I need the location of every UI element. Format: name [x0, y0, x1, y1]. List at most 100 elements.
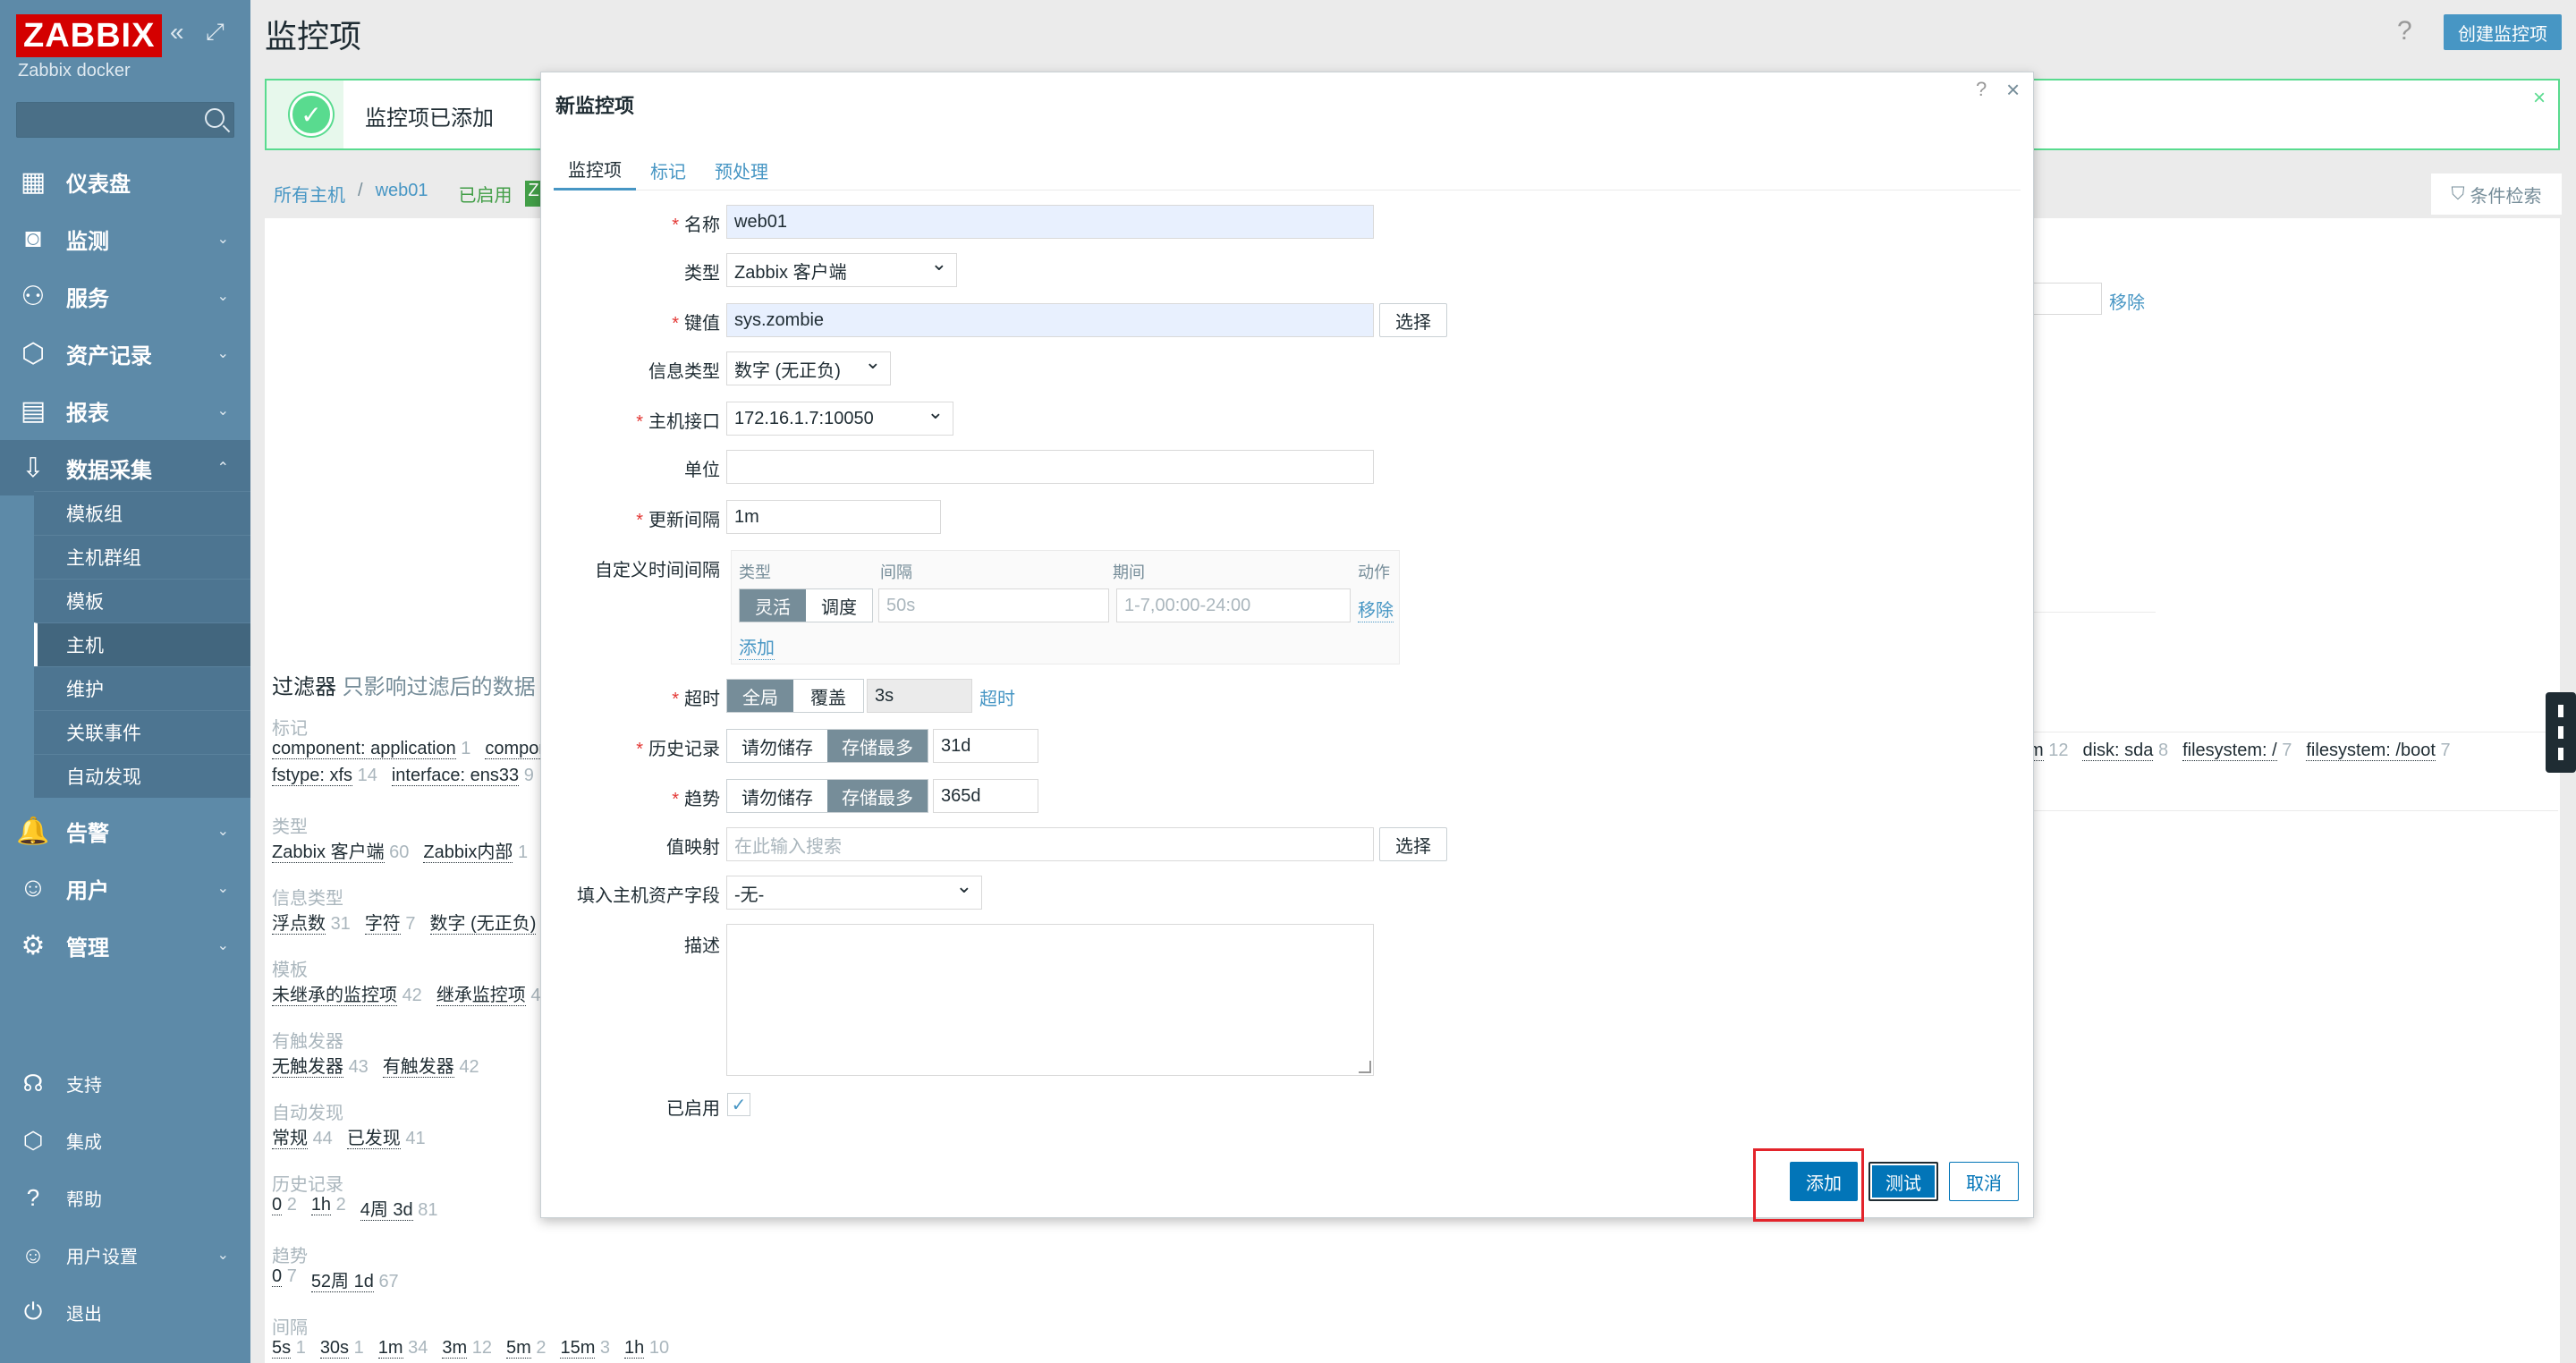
history-nostore-option[interactable]: 请勿储存	[727, 730, 827, 762]
facet-value[interactable]: filesystem: /boot 7	[2306, 741, 2451, 761]
name-input[interactable]: web01	[726, 205, 1374, 239]
facet-value[interactable]: disk: sda 8	[2082, 741, 2168, 761]
timeout-link[interactable]: 超时	[979, 684, 1015, 710]
history-input[interactable]: 31d	[933, 729, 1038, 763]
facet-link[interactable]: 已发现	[346, 1129, 401, 1149]
facet-value[interactable]: 浮点数 31	[272, 909, 351, 935]
host-status-enabled[interactable]: 已启用	[459, 181, 513, 207]
sidebar-item-reports[interactable]: ▤ 报表 ⌄	[0, 383, 250, 438]
facet-link[interactable]: disk: sda	[2082, 741, 2154, 761]
test-button[interactable]: 测试	[1868, 1162, 1938, 1201]
facet-link[interactable]: 0	[272, 1266, 283, 1287]
facet-link[interactable]: 有触发器	[382, 1057, 454, 1078]
facet-link[interactable]: 52周 1d	[310, 1272, 374, 1292]
units-input[interactable]	[726, 450, 1374, 484]
facet-link[interactable]: 常规	[272, 1129, 308, 1149]
facet-value[interactable]: 3m 12	[442, 1338, 492, 1359]
dialog-help-icon[interactable]: ?	[1976, 78, 1987, 101]
trends-nostore-option[interactable]: 请勿储存	[727, 780, 827, 812]
facet-value[interactable]: 0 7	[272, 1266, 297, 1292]
sidebar-item-administration[interactable]: ⚙ 管理 ⌄	[0, 918, 250, 973]
description-textarea[interactable]	[726, 924, 1374, 1076]
facet-value[interactable]: 有触发器 42	[382, 1052, 479, 1078]
facet-link[interactable]: 1h	[624, 1338, 645, 1359]
facet-link[interactable]: Zabbix 客户端	[272, 842, 385, 863]
flexible-option[interactable]: 灵活	[740, 589, 806, 622]
sidebar-item-user-settings[interactable]: ☺ 用户设置 ⌄	[0, 1227, 250, 1283]
facet-link[interactable]: 5s	[272, 1338, 292, 1359]
submenu-item[interactable]: 维护	[34, 666, 250, 710]
custom-interval-input[interactable]: 50s	[878, 588, 1109, 622]
timeout-override-option[interactable]: 覆盖	[793, 680, 863, 712]
facet-value[interactable]: component: application 1	[272, 739, 470, 759]
facet-value[interactable]: 常规 44	[272, 1123, 333, 1149]
trends-store-option[interactable]: 存储最多	[827, 780, 928, 812]
facet-link[interactable]: 0	[272, 1195, 283, 1215]
facet-link[interactable]: 4周 3d	[360, 1200, 413, 1221]
facet-value[interactable]: 1m 34	[377, 1338, 428, 1359]
facet-link[interactable]: interface: ens33	[391, 766, 520, 786]
breadcrumb-all-hosts[interactable]: 所有主机	[274, 181, 345, 207]
kiosk-mode-icon[interactable]: ⤢	[206, 18, 225, 47]
submenu-item[interactable]: 模板组	[34, 491, 250, 535]
facet-link[interactable]: 30s	[319, 1338, 350, 1359]
search-icon[interactable]	[205, 108, 225, 128]
custom-remove-link[interactable]: 移除	[1358, 596, 1394, 622]
sidebar-drag-handle[interactable]	[2546, 692, 2576, 773]
sidebar-item-signout[interactable]: ⏻ 退出	[0, 1284, 250, 1340]
facet-value[interactable]: m 12	[2029, 741, 2068, 761]
facet-link[interactable]: 数字 (无正负)	[429, 914, 537, 935]
submenu-item[interactable]: 主机	[34, 622, 250, 666]
facet-value[interactable]: 继承监控项 43	[436, 980, 551, 1006]
remove-tag-link[interactable]: 移除	[2109, 288, 2145, 314]
interface-select[interactable]: 172.16.1.7:10050	[726, 401, 953, 436]
facet-link[interactable]: 3m	[442, 1338, 468, 1359]
facet-value[interactable]: 数字 (无正负) 4	[429, 909, 551, 935]
sidebar-item-support[interactable]: ☊ 支持	[0, 1055, 250, 1111]
facet-value[interactable]: 5s 1	[272, 1338, 306, 1359]
trends-input[interactable]: 365d	[933, 779, 1038, 813]
inventory-select[interactable]: -无-	[726, 875, 982, 910]
sidebar-item-alerts[interactable]: 🔔 告警 ⌄	[0, 803, 250, 859]
valuemap-input[interactable]: 在此输入搜索	[726, 827, 1374, 861]
facet-link[interactable]: 15m	[560, 1338, 596, 1359]
facet-value[interactable]: 1h 2	[310, 1195, 346, 1221]
enabled-checkbox[interactable]: ✓	[727, 1093, 750, 1116]
history-store-option[interactable]: 存储最多	[827, 730, 928, 762]
facet-value[interactable]: 未继承的监控项 42	[272, 980, 422, 1006]
facet-value[interactable]: Zabbix 客户端 60	[272, 837, 409, 863]
tab-tags[interactable]: 标记	[636, 149, 700, 190]
tab-item[interactable]: 监控项	[554, 149, 636, 190]
facet-value[interactable]: 5m 2	[505, 1338, 546, 1359]
facet-value[interactable]: 4周 3d 81	[360, 1195, 438, 1221]
info-type-select[interactable]: 数字 (无正负)	[726, 351, 891, 385]
facet-link[interactable]: 1m	[377, 1338, 403, 1359]
facet-value[interactable]: compon	[485, 739, 549, 759]
facet-value[interactable]: 0 2	[272, 1195, 297, 1221]
sidebar-item-services[interactable]: ⚇ 服务 ⌄	[0, 268, 250, 324]
tag-filter-input[interactable]	[2030, 283, 2102, 315]
submenu-item[interactable]: 主机群组	[34, 535, 250, 579]
key-input[interactable]: sys.zombie	[726, 303, 1374, 337]
facet-link[interactable]: 无触发器	[272, 1057, 343, 1078]
key-select-button[interactable]: 选择	[1379, 303, 1447, 337]
facet-link[interactable]: 未继承的监控项	[272, 986, 397, 1006]
facet-value[interactable]: 30s 1	[319, 1338, 364, 1359]
sidebar-item-inventory[interactable]: ⬡ 资产记录 ⌄	[0, 326, 250, 381]
facet-link[interactable]: filesystem: /boot	[2306, 741, 2436, 761]
facet-value[interactable]: fstype: xfs 14	[272, 766, 377, 786]
facet-value[interactable]: interface: ens33 9	[391, 766, 534, 786]
filter-tab[interactable]: ⛉ 条件检索	[2431, 174, 2562, 215]
sidebar-item-data-collection[interactable]: ⇩ 数据采集 ⌃	[0, 440, 250, 495]
timeout-input[interactable]: 3s	[867, 679, 972, 713]
timeout-global-option[interactable]: 全局	[727, 680, 793, 712]
dialog-close-icon[interactable]: ×	[2006, 76, 2020, 104]
facet-link[interactable]: fstype: xfs	[272, 766, 353, 786]
facet-value[interactable]: 无触发器 43	[272, 1052, 369, 1078]
update-interval-input[interactable]: 1m	[726, 500, 941, 534]
sidebar-item-integrations[interactable]: ⬡ 集成	[0, 1113, 250, 1168]
zabbix-logo[interactable]: ZABBIX	[16, 14, 163, 57]
facet-link[interactable]: 字符	[364, 914, 401, 935]
sidebar-item-monitoring[interactable]: ◙ 监测 ⌄	[0, 211, 250, 267]
facet-link[interactable]: Zabbix内部	[423, 842, 513, 863]
